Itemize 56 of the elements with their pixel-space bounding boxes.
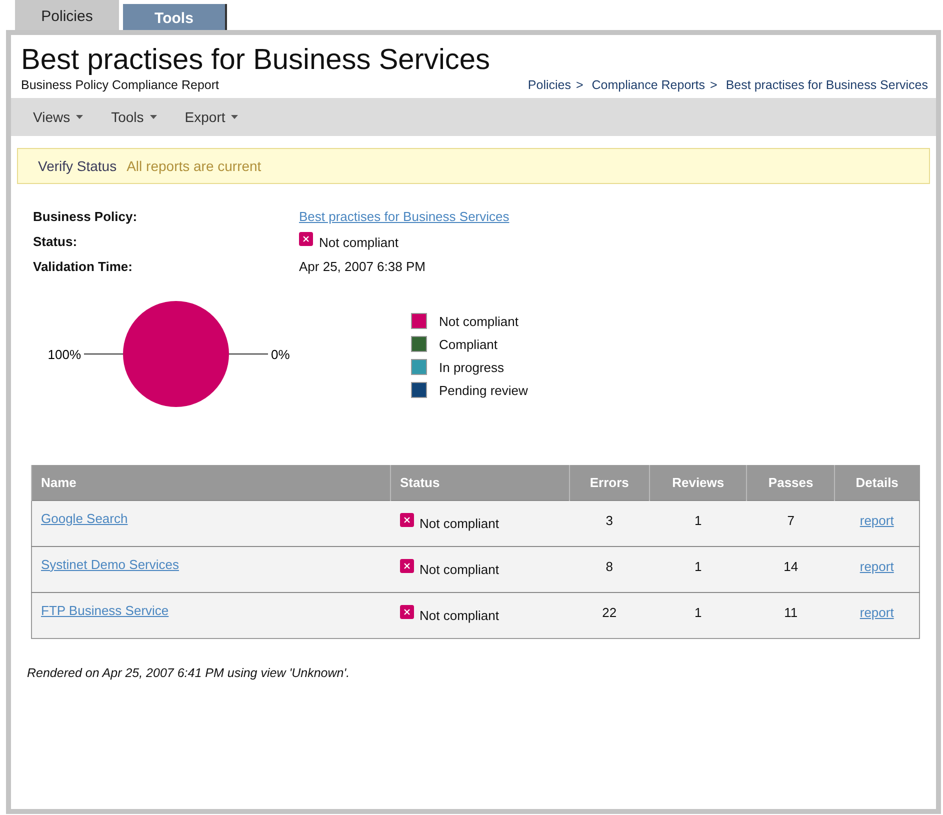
report-link[interactable]: report — [860, 512, 894, 528]
column-header: Passes — [746, 465, 835, 500]
tab[interactable]: Tools — [123, 4, 227, 30]
column-header: Status — [390, 465, 570, 500]
legend-label: Not compliant — [439, 314, 518, 329]
table-cell: 1 — [649, 546, 747, 592]
report-link[interactable]: report — [860, 604, 894, 620]
column-header: Errors — [570, 465, 650, 500]
menu-button[interactable]: Tools — [99, 104, 169, 129]
table-cell: 14 — [746, 546, 835, 592]
slice-label: 100% — [48, 346, 81, 362]
status-text: Not compliant — [420, 562, 499, 577]
service-link[interactable]: Google Search — [41, 510, 128, 526]
leader-line — [228, 353, 268, 354]
page-title: Best practises for Business Services — [21, 45, 492, 77]
field-label: Status: — [33, 234, 78, 249]
caret-icon — [76, 114, 84, 119]
report-link[interactable]: report — [860, 558, 894, 574]
page-subtitle: Business Policy Compliance Report — [21, 78, 220, 92]
table-cell: 1 — [649, 592, 747, 638]
legend-label: Compliant — [439, 336, 498, 352]
field-label: Validation Time: — [33, 258, 134, 274]
breadcrumb-link[interactable]: Policies — [528, 78, 571, 92]
service-link[interactable]: Systinet Demo Services — [41, 556, 179, 572]
notice-label: Verify Status — [38, 158, 117, 174]
column-header: Details — [834, 465, 920, 500]
field-label: Business Policy: — [33, 208, 138, 224]
service-link[interactable]: FTP Business Service — [41, 602, 169, 618]
table-cell: 11 — [746, 592, 835, 638]
status-text: Not compliant — [420, 608, 499, 623]
slice-label: 0% — [271, 346, 290, 362]
table-cell: 7 — [746, 500, 835, 546]
breadcrumb-link[interactable]: Compliance Reports — [592, 78, 706, 92]
breadcrumb-link[interactable]: Best practises for Business Services — [726, 78, 928, 92]
table-cell: 1 — [649, 500, 747, 546]
table-cell: 22 — [570, 592, 650, 638]
tab[interactable]: Policies — [15, 0, 119, 30]
field-value: Apr 25, 2007 6:38 PM — [299, 258, 426, 274]
status-text: Not compliant — [319, 235, 398, 250]
menu-button[interactable]: Views — [21, 104, 96, 129]
policy-link[interactable]: Best practises for Business Services — [299, 208, 510, 224]
status-text: Not compliant — [420, 516, 499, 531]
legend-label: Pending review — [439, 382, 528, 398]
leader-line — [84, 353, 124, 354]
column-header: Name — [32, 465, 390, 500]
caret-icon — [150, 114, 157, 119]
breadcrumb-separator: > — [576, 78, 584, 92]
legend-label: In progress — [439, 360, 504, 375]
column-header: Reviews — [649, 465, 747, 500]
notice-message: All reports are current — [126, 158, 262, 174]
table-cell: 8 — [570, 546, 650, 592]
breadcrumb-separator: > — [710, 78, 718, 92]
render-note: Rendered on Apr 25, 2007 6:41 PM using view 'Unknown'. — [27, 666, 351, 680]
table-cell: 3 — [570, 500, 650, 546]
caret-icon — [231, 114, 238, 119]
menu-button[interactable]: Export — [172, 104, 250, 129]
